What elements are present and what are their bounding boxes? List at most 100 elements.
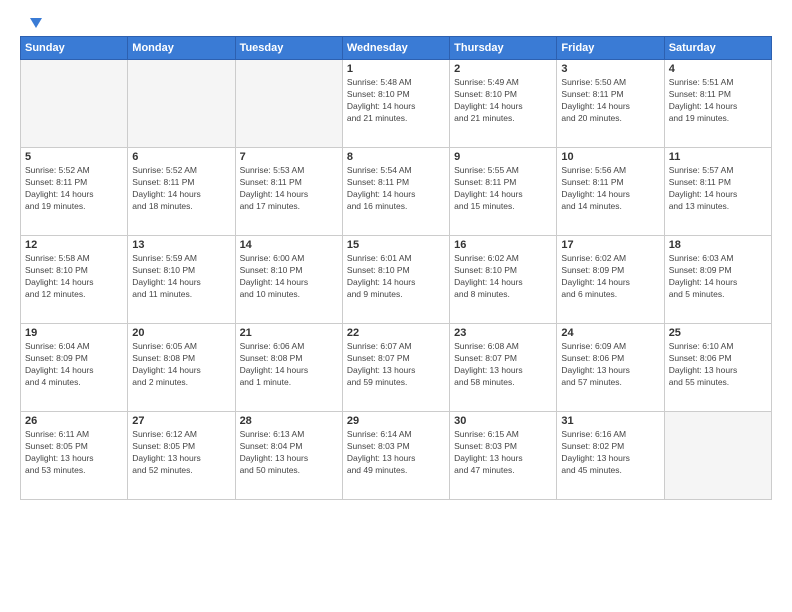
day-number: 7 [240,151,338,163]
week-row-4: 19Sunrise: 6:04 AMSunset: 8:09 PMDayligh… [21,324,772,412]
day-number: 20 [132,327,230,339]
day-info: Sunrise: 5:52 AMSunset: 8:11 PMDaylight:… [25,165,123,213]
day-number: 30 [454,415,552,427]
day-number: 1 [347,63,445,75]
day-number: 28 [240,415,338,427]
calendar-cell: 18Sunrise: 6:03 AMSunset: 8:09 PMDayligh… [664,236,771,324]
weekday-header-saturday: Saturday [664,37,771,60]
day-info: Sunrise: 5:54 AMSunset: 8:11 PMDaylight:… [347,165,445,213]
day-info: Sunrise: 5:50 AMSunset: 8:11 PMDaylight:… [561,77,659,125]
weekday-header-monday: Monday [128,37,235,60]
weekday-header-row: SundayMondayTuesdayWednesdayThursdayFrid… [21,37,772,60]
calendar-cell: 5 Sunrise: 5:52 AMSunset: 8:11 PMDaylight… [21,148,128,236]
day-info: Sunrise: 5:58 AMSunset: 8:10 PMDaylight:… [25,253,123,301]
day-number: 19 [25,327,123,339]
calendar-cell: 20 Sunrise: 6:05 AMSunset: 8:08 PMDayligh… [128,324,235,412]
day-info: Sunrise: 5:57 AMSunset: 8:11 PMDaylight:… [669,165,767,213]
day-info: Sunrise: 5:48 AMSunset: 8:10 PMDaylight:… [347,77,445,125]
week-row-3: 12Sunrise: 5:58 AMSunset: 8:10 PMDayligh… [21,236,772,324]
day-number: 29 [347,415,445,427]
day-number: 4 [669,63,767,75]
calendar-cell: 24Sunrise: 6:09 AMSunset: 8:06 PMDayligh… [557,324,664,412]
day-info: Sunrise: 6:09 AMSunset: 8:06 PMDaylight:… [561,341,659,389]
day-number: 3 [561,63,659,75]
calendar-cell: 13 Sunrise: 5:59 AMSunset: 8:10 PMDayligh… [128,236,235,324]
day-info: Sunrise: 5:52 AMSunset: 8:11 PMDaylight:… [132,165,230,213]
day-number: 27 [132,415,230,427]
day-number: 2 [454,63,552,75]
calendar-cell: 17 Sunrise: 6:02 AMSunset: 8:09 PMDayligh… [557,236,664,324]
day-info: Sunrise: 5:49 AMSunset: 8:10 PMDaylight:… [454,77,552,125]
weekday-header-wednesday: Wednesday [342,37,449,60]
calendar-cell: 25Sunrise: 6:10 AMSunset: 8:06 PMDayligh… [664,324,771,412]
weekday-header-friday: Friday [557,37,664,60]
day-number: 26 [25,415,123,427]
day-number: 8 [347,151,445,163]
logo-icon [22,16,42,30]
day-number: 25 [669,327,767,339]
day-number: 14 [240,239,338,251]
day-info: Sunrise: 5:55 AMSunset: 8:11 PMDaylight:… [454,165,552,213]
day-info: Sunrise: 6:00 AMSunset: 8:10 PMDaylight:… [240,253,338,301]
calendar-cell: 6 Sunrise: 5:52 AMSunset: 8:11 PMDaylight… [128,148,235,236]
calendar-cell: 28 Sunrise: 6:13 AMSunset: 8:04 PMDayligh… [235,412,342,500]
calendar-cell: 31 Sunrise: 6:16 AMSunset: 8:02 PMDayligh… [557,412,664,500]
calendar-cell: 30 Sunrise: 6:15 AMSunset: 8:03 PMDayligh… [450,412,557,500]
calendar-cell: 14 Sunrise: 6:00 AMSunset: 8:10 PMDayligh… [235,236,342,324]
calendar-cell: 7 Sunrise: 5:53 AMSunset: 8:11 PMDaylight… [235,148,342,236]
calendar-cell: 23 Sunrise: 6:08 AMSunset: 8:07 PMDayligh… [450,324,557,412]
day-info: Sunrise: 6:06 AMSunset: 8:08 PMDaylight:… [240,341,338,389]
day-info: Sunrise: 6:16 AMSunset: 8:02 PMDaylight:… [561,429,659,477]
day-info: Sunrise: 6:15 AMSunset: 8:03 PMDaylight:… [454,429,552,477]
calendar-cell: 27 Sunrise: 6:12 AMSunset: 8:05 PMDayligh… [128,412,235,500]
calendar-cell: 16 Sunrise: 6:02 AMSunset: 8:10 PMDayligh… [450,236,557,324]
weekday-header-tuesday: Tuesday [235,37,342,60]
day-number: 5 [25,151,123,163]
calendar-cell: 12Sunrise: 5:58 AMSunset: 8:10 PMDayligh… [21,236,128,324]
day-number: 13 [132,239,230,251]
day-number: 9 [454,151,552,163]
day-number: 6 [132,151,230,163]
calendar-cell: 10Sunrise: 5:56 AMSunset: 8:11 PMDayligh… [557,148,664,236]
weekday-header-thursday: Thursday [450,37,557,60]
header [20,16,772,28]
day-info: Sunrise: 6:12 AMSunset: 8:05 PMDaylight:… [132,429,230,477]
day-number: 11 [669,151,767,163]
day-number: 17 [561,239,659,251]
logo [20,16,42,28]
day-info: Sunrise: 6:08 AMSunset: 8:07 PMDaylight:… [454,341,552,389]
calendar-cell [664,412,771,500]
day-info: Sunrise: 6:11 AMSunset: 8:05 PMDaylight:… [25,429,123,477]
calendar-cell: 22 Sunrise: 6:07 AMSunset: 8:07 PMDayligh… [342,324,449,412]
day-info: Sunrise: 5:56 AMSunset: 8:11 PMDaylight:… [561,165,659,213]
day-info: Sunrise: 6:02 AMSunset: 8:10 PMDaylight:… [454,253,552,301]
calendar-cell: 15Sunrise: 6:01 AMSunset: 8:10 PMDayligh… [342,236,449,324]
day-info: Sunrise: 6:02 AMSunset: 8:09 PMDaylight:… [561,253,659,301]
calendar-cell: 19Sunrise: 6:04 AMSunset: 8:09 PMDayligh… [21,324,128,412]
day-info: Sunrise: 5:53 AMSunset: 8:11 PMDaylight:… [240,165,338,213]
weekday-header-sunday: Sunday [21,37,128,60]
day-number: 16 [454,239,552,251]
calendar-cell: 9 Sunrise: 5:55 AMSunset: 8:11 PMDaylight… [450,148,557,236]
day-number: 15 [347,239,445,251]
calendar-cell [235,60,342,148]
day-number: 31 [561,415,659,427]
day-info: Sunrise: 6:07 AMSunset: 8:07 PMDaylight:… [347,341,445,389]
calendar: SundayMondayTuesdayWednesdayThursdayFrid… [20,36,772,500]
calendar-cell [128,60,235,148]
calendar-cell: 3 Sunrise: 5:50 AMSunset: 8:11 PMDaylight… [557,60,664,148]
day-number: 23 [454,327,552,339]
day-info: Sunrise: 6:13 AMSunset: 8:04 PMDaylight:… [240,429,338,477]
week-row-2: 5 Sunrise: 5:52 AMSunset: 8:11 PMDaylight… [21,148,772,236]
day-info: Sunrise: 6:03 AMSunset: 8:09 PMDaylight:… [669,253,767,301]
day-number: 22 [347,327,445,339]
day-info: Sunrise: 6:05 AMSunset: 8:08 PMDaylight:… [132,341,230,389]
week-row-1: 1 Sunrise: 5:48 AMSunset: 8:10 PMDaylight… [21,60,772,148]
calendar-cell: 26 Sunrise: 6:11 AMSunset: 8:05 PMDayligh… [21,412,128,500]
calendar-cell: 1 Sunrise: 5:48 AMSunset: 8:10 PMDaylight… [342,60,449,148]
day-number: 21 [240,327,338,339]
day-info: Sunrise: 5:59 AMSunset: 8:10 PMDaylight:… [132,253,230,301]
calendar-cell: 4Sunrise: 5:51 AMSunset: 8:11 PMDaylight… [664,60,771,148]
day-info: Sunrise: 6:14 AMSunset: 8:03 PMDaylight:… [347,429,445,477]
week-row-5: 26 Sunrise: 6:11 AMSunset: 8:05 PMDayligh… [21,412,772,500]
